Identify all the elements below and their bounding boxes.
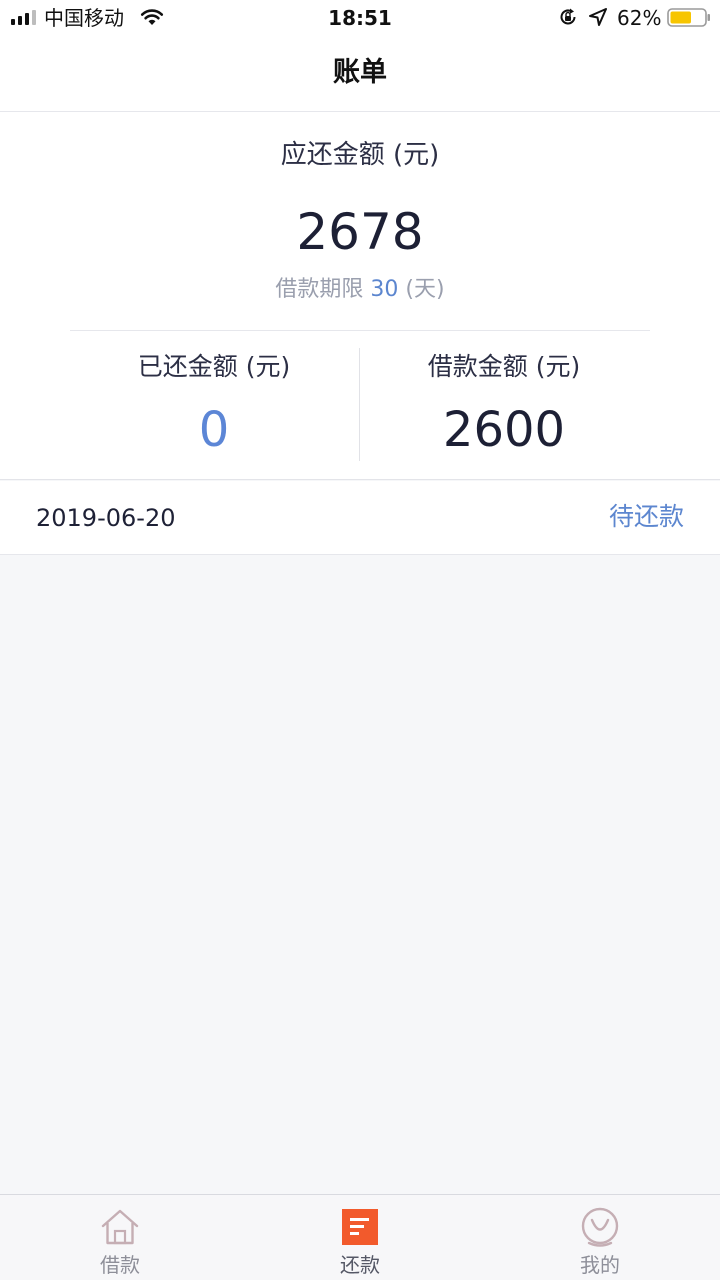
house-icon (101, 1209, 139, 1245)
bill-status: 待还款 (608, 502, 684, 531)
battery-percentage: 62% (617, 6, 662, 30)
tab-mine[interactable]: 我的 (480, 1195, 720, 1280)
battery-icon (667, 8, 710, 27)
horizontal-divider (70, 330, 650, 331)
orientation-lock-icon (560, 8, 576, 25)
loan-term-value: 30 (370, 277, 399, 302)
bill-list-item[interactable]: 2019-06-20 待还款 (0, 481, 720, 555)
loan-term-prefix: 借款期限 (275, 277, 371, 302)
nav-header: 账单 (0, 36, 720, 112)
loan-term: 借款期限 30 (天) (0, 275, 720, 305)
location-arrow-icon (589, 8, 607, 26)
loan-amount-value: 2600 (442, 402, 566, 458)
bill-summary-card: 应还金额 (元) 2678 借款期限 30 (天) 已还金额 (元) 0 借款金… (0, 112, 720, 480)
tab-repay[interactable]: 还款 (240, 1195, 480, 1280)
amount-due-value: 2678 (296, 203, 424, 261)
amount-due-label: 应还金额 (元) (280, 140, 440, 170)
tab-borrow[interactable]: 借款 (0, 1195, 240, 1280)
status-bar: 中国移动 18:51 62% (0, 0, 720, 36)
tab-repay-label: 还款 (340, 1253, 380, 1277)
page-title: 账单 (333, 57, 387, 88)
loan-amount-label: 借款金额 (元) (427, 352, 581, 381)
tab-bar: 借款 还款 我的 (0, 1194, 720, 1280)
bill-icon (342, 1209, 378, 1245)
bill-date: 2019-06-20 (36, 504, 176, 532)
loan-term-suffix: (天) (398, 277, 445, 302)
profile-icon (581, 1207, 619, 1247)
tab-borrow-label: 借款 (100, 1253, 140, 1277)
status-time: 18:51 (328, 6, 392, 30)
tab-mine-label: 我的 (580, 1253, 620, 1277)
